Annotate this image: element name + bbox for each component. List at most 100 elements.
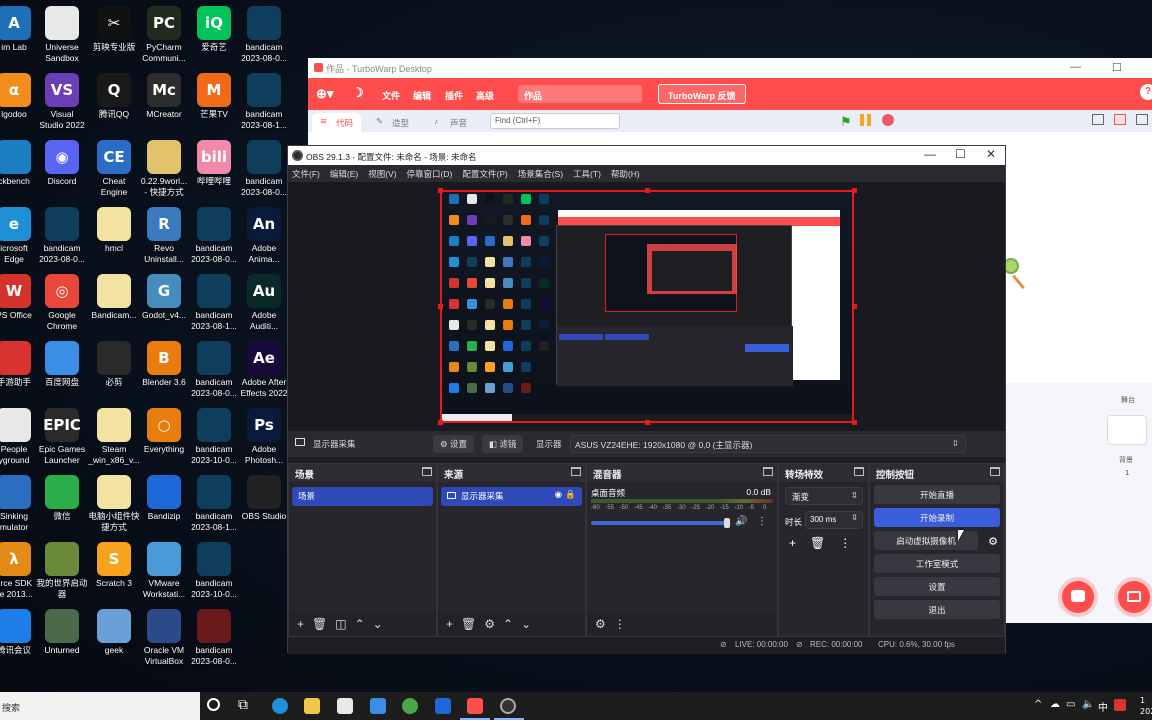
source-settings-button[interactable]: ⚙ 设置 bbox=[433, 435, 474, 453]
start-streaming-button[interactable]: 开始直播 bbox=[874, 485, 1000, 504]
maximize-icon[interactable]: ☐ bbox=[955, 147, 966, 161]
start-recording-button[interactable]: 开始录制 bbox=[874, 508, 1000, 527]
large-stage-icon[interactable] bbox=[1114, 114, 1126, 125]
tab-costumes[interactable]: ✎ 造型 bbox=[368, 113, 417, 132]
desktop-shortcut[interactable]: bandicam 2023-10-0... bbox=[182, 542, 246, 600]
mail-icon[interactable] bbox=[370, 698, 386, 714]
resize-handle[interactable] bbox=[645, 420, 650, 425]
trash-icon[interactable]: 🗑 bbox=[810, 536, 825, 550]
obs-menu-item[interactable]: 帮助(H) bbox=[611, 168, 640, 182]
add-sprite-button[interactable] bbox=[1062, 581, 1094, 613]
tray-chevron-icon[interactable]: ^ bbox=[1034, 699, 1042, 710]
cortana-icon[interactable] bbox=[207, 698, 220, 711]
add-icon[interactable]: + bbox=[297, 617, 304, 631]
move-down-icon[interactable]: ⌄ bbox=[373, 617, 383, 631]
tab-code[interactable]: ≋ 代码 bbox=[312, 113, 362, 132]
more-options-icon[interactable]: ⋮ bbox=[614, 617, 626, 631]
lock-icon[interactable]: 🔒 bbox=[565, 489, 576, 500]
resize-handle[interactable] bbox=[438, 420, 443, 425]
undock-icon[interactable] bbox=[854, 467, 864, 476]
source-item[interactable]: 显示器采集 ◉ 🔒 bbox=[441, 487, 582, 506]
minimize-icon[interactable]: — bbox=[924, 147, 936, 161]
stage-thumbnail[interactable] bbox=[1107, 415, 1147, 445]
source-filters-button[interactable]: ◧ 滤镜 bbox=[482, 435, 524, 453]
mixer-settings-icon[interactable]: ⚙ bbox=[595, 617, 606, 631]
task-view-icon[interactable]: ⧉ bbox=[238, 697, 248, 713]
add-icon[interactable]: + bbox=[446, 617, 453, 631]
obs-taskbar-icon[interactable] bbox=[500, 698, 516, 714]
resize-handle[interactable] bbox=[852, 304, 857, 309]
tab-sounds[interactable]: ♪ 声音 bbox=[426, 113, 475, 132]
menu-edit[interactable]: 编辑 bbox=[413, 89, 431, 102]
stop-icon[interactable] bbox=[882, 114, 894, 126]
ime-indicator[interactable]: 中 bbox=[1098, 699, 1108, 714]
maximize-icon[interactable]: ☐ bbox=[1112, 61, 1122, 74]
turbowarp-taskbar-icon[interactable] bbox=[467, 698, 483, 714]
undock-icon[interactable] bbox=[763, 467, 773, 476]
file-explorer-icon[interactable] bbox=[304, 698, 320, 714]
menu-plugins[interactable]: 插件 bbox=[445, 89, 463, 102]
resize-handle[interactable] bbox=[645, 188, 650, 193]
volume-icon[interactable]: 🔈 bbox=[1082, 699, 1094, 710]
preview-canvas[interactable] bbox=[440, 190, 854, 423]
undock-icon[interactable] bbox=[571, 467, 581, 476]
settings-button[interactable]: 设置 bbox=[874, 577, 1000, 596]
network-icon[interactable]: ▭ bbox=[1066, 699, 1075, 710]
more-options-icon[interactable]: ⋮ bbox=[757, 516, 767, 527]
store-icon[interactable] bbox=[337, 698, 353, 714]
menu-file[interactable]: 文件 bbox=[382, 89, 400, 102]
studio-mode-button[interactable]: 工作室模式 bbox=[874, 554, 1000, 573]
obs-menu-item[interactable]: 编辑(E) bbox=[330, 168, 358, 182]
pause-icon[interactable] bbox=[860, 114, 872, 126]
add-backdrop-button[interactable] bbox=[1118, 581, 1150, 613]
cloud-icon[interactable]: ☁ bbox=[1050, 699, 1060, 710]
obs-menu-item[interactable]: 场景集合(S) bbox=[518, 168, 563, 182]
close-icon[interactable]: ✕ bbox=[986, 147, 996, 161]
undock-icon[interactable] bbox=[990, 467, 1000, 476]
project-title-input[interactable]: 作品 bbox=[518, 85, 642, 103]
duration-input[interactable]: 300 ms ⇳ bbox=[805, 511, 863, 529]
clock[interactable]: 1 202 bbox=[1140, 695, 1152, 717]
obs-menu-item[interactable]: 配置文件(P) bbox=[462, 168, 507, 182]
feedback-button[interactable]: TurboWarp 反馈 bbox=[658, 84, 746, 104]
bandizip-icon[interactable] bbox=[435, 698, 451, 714]
resize-handle[interactable] bbox=[852, 420, 857, 425]
fullscreen-icon[interactable] bbox=[1136, 114, 1148, 125]
small-stage-icon[interactable] bbox=[1092, 114, 1104, 125]
gear-icon[interactable]: ⚙ bbox=[988, 535, 998, 548]
speaker-icon[interactable]: 🔊 bbox=[735, 516, 747, 527]
move-down-icon[interactable]: ⌄ bbox=[521, 617, 531, 631]
undock-icon[interactable] bbox=[422, 467, 432, 476]
trash-icon[interactable]: 🗑 bbox=[461, 617, 476, 631]
edge-icon[interactable] bbox=[272, 698, 288, 714]
find-input[interactable]: Find (Ctrl+F) bbox=[490, 113, 620, 129]
move-up-icon[interactable]: ⌃ bbox=[355, 617, 365, 631]
eye-icon[interactable]: ◉ bbox=[555, 489, 562, 500]
filter-icon[interactable]: ◫ bbox=[335, 617, 346, 631]
obs-menu-item[interactable]: 停靠窗口(D) bbox=[407, 168, 453, 182]
security-icon[interactable] bbox=[1114, 699, 1126, 711]
trash-icon[interactable]: 🗑 bbox=[312, 617, 327, 631]
globe-icon[interactable]: ⊕▾ bbox=[316, 86, 333, 102]
obs-menu-item[interactable]: 工具(T) bbox=[573, 168, 601, 182]
exit-button[interactable]: 退出 bbox=[874, 600, 1000, 619]
transition-select[interactable]: 渐变 ⇳ bbox=[785, 487, 863, 505]
display-select[interactable]: ASUS VZ24EHE: 1920x1080 @ 0,0 (主显示器) ⇳ bbox=[570, 435, 966, 453]
desktop-shortcut[interactable]: bandicam 2023-08-1... bbox=[232, 73, 296, 131]
resize-handle[interactable] bbox=[438, 188, 443, 193]
minimize-icon[interactable]: — bbox=[1070, 61, 1081, 73]
taskbar-search[interactable]: 搜索 bbox=[0, 692, 200, 720]
green-flag-icon[interactable]: ⚑ bbox=[840, 114, 852, 130]
add-icon[interactable]: + bbox=[789, 536, 796, 550]
scene-item[interactable]: 场景 bbox=[292, 487, 433, 506]
theme-moon-icon[interactable]: ☽ bbox=[352, 85, 364, 101]
desktop-shortcut[interactable]: bandicam 2023-08-0... bbox=[182, 609, 246, 667]
more-options-icon[interactable]: ⋮ bbox=[839, 536, 851, 550]
app-icon[interactable] bbox=[402, 698, 418, 714]
resize-handle[interactable] bbox=[852, 188, 857, 193]
menu-advanced[interactable]: 高级 bbox=[476, 89, 494, 102]
desktop-shortcut[interactable]: bandicam 2023-08-0... bbox=[232, 6, 296, 64]
help-icon[interactable]: ? bbox=[1140, 84, 1152, 100]
move-up-icon[interactable]: ⌃ bbox=[503, 617, 513, 631]
obs-menu-item[interactable]: 视图(V) bbox=[368, 168, 396, 182]
